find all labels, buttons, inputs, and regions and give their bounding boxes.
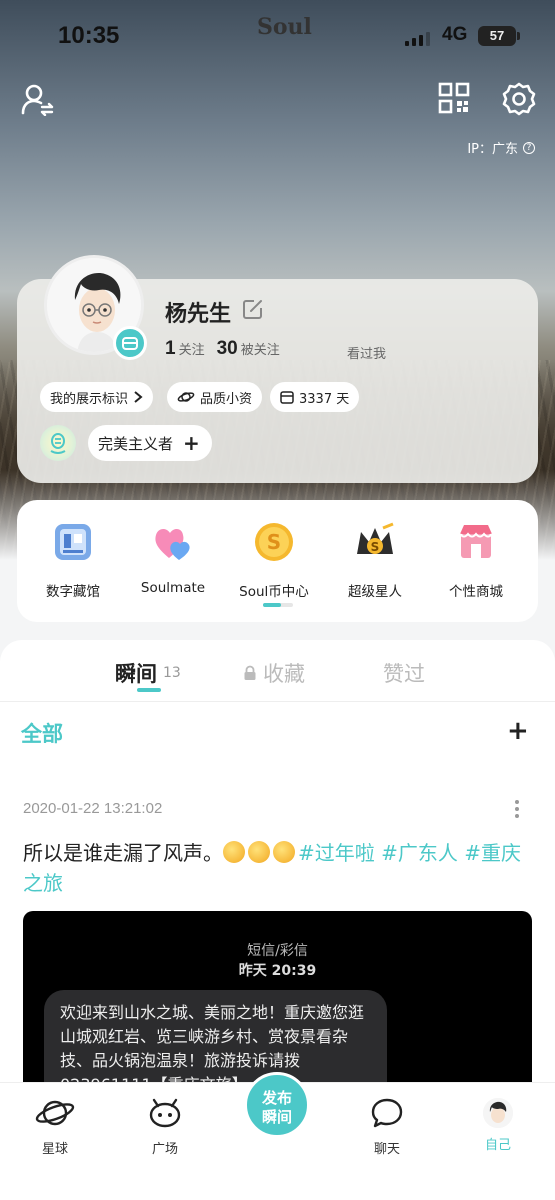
- content-tabs: 瞬间 13 收藏 赞过: [0, 640, 555, 702]
- display-badge-chip[interactable]: 我的展示标识: [40, 382, 154, 412]
- hashtag-link[interactable]: #过年啦: [298, 841, 375, 865]
- avatar-badge[interactable]: [113, 326, 147, 360]
- bag-icon: [122, 337, 138, 350]
- sms-time: 昨天 20:39: [238, 963, 317, 979]
- post-body: 所以是谁走漏了风声。: [23, 841, 223, 865]
- chat-icon: [371, 1098, 403, 1128]
- feature-soulmate[interactable]: Soulmate: [123, 520, 223, 596]
- viewed-me-link[interactable]: 看过我: [347, 343, 386, 362]
- feature-label: Soul币中心: [239, 584, 309, 600]
- avatar-illustration: [483, 1098, 513, 1128]
- tab-label: 赞过: [383, 662, 425, 686]
- publish-label-line2: 瞬间: [261, 1108, 292, 1126]
- persona-chip[interactable]: 完美主义者 +: [88, 425, 212, 461]
- following-label[interactable]: 关注: [179, 339, 205, 358]
- publish-moment-button[interactable]: 发布 瞬间: [244, 1072, 310, 1138]
- follow-stats: 1 关注 30 被关注: [165, 338, 280, 360]
- lifestyle-tag-chip[interactable]: 品质小资: [167, 382, 263, 412]
- post-date: 2020-01-22 13:21:02: [23, 800, 163, 817]
- help-icon[interactable]: ?: [523, 141, 535, 154]
- sms-header: 短信/彩信: [247, 943, 308, 959]
- signal-icon: [405, 30, 430, 46]
- nav-label: 广场: [151, 1142, 178, 1157]
- feature-shop[interactable]: 个性商城: [426, 520, 526, 600]
- nav-planet[interactable]: 星球: [15, 1098, 95, 1157]
- ip-label: IP：广东: [467, 142, 518, 157]
- thinking-face-icon: [273, 841, 295, 863]
- publish-label-line1: 发布: [261, 1089, 292, 1107]
- avatar: [483, 1098, 513, 1128]
- nav-me[interactable]: 自己: [458, 1098, 538, 1153]
- calendar-icon: [280, 391, 294, 404]
- network-type: 4G: [442, 24, 468, 45]
- nav-chat[interactable]: 聊天: [347, 1098, 427, 1157]
- battery-icon: 57: [478, 26, 520, 46]
- status-bar: 10:35 Soul 4G 57: [0, 0, 555, 72]
- coin-icon: S: [255, 523, 293, 561]
- tab-label: 瞬间: [115, 662, 157, 686]
- qr-code-icon[interactable]: [438, 82, 470, 114]
- filter-all[interactable]: 全部: [21, 718, 63, 748]
- display-badge-label: 我的展示标识: [50, 391, 129, 407]
- feature-label: 个性商城: [449, 584, 503, 600]
- nav-label: 星球: [41, 1142, 68, 1157]
- active-tab-indicator: [137, 688, 161, 692]
- add-persona-icon[interactable]: +: [183, 433, 200, 453]
- svg-text:S: S: [371, 540, 380, 554]
- planet-icon: [177, 392, 195, 402]
- planet-icon: [35, 1100, 75, 1126]
- switch-account-icon[interactable]: [20, 82, 54, 116]
- hearts-icon: [155, 529, 190, 560]
- followers-label[interactable]: 被关注: [241, 339, 280, 358]
- chevron-right-icon: [134, 391, 143, 403]
- feature-label: 超级星人: [348, 584, 402, 600]
- post-text: 所以是谁走漏了风声。 #过年啦 #广东人 #重庆之旅: [23, 838, 533, 898]
- persona-face-icon: [50, 433, 66, 454]
- svg-text:S: S: [267, 530, 281, 554]
- status-time: 10:35: [58, 22, 120, 49]
- lock-icon: [244, 665, 256, 680]
- days-chip[interactable]: 3337 天: [270, 382, 360, 412]
- shop-icon: [459, 525, 493, 558]
- nav-label: 聊天: [373, 1142, 400, 1157]
- tab-favorites[interactable]: 收藏: [243, 658, 305, 688]
- thinking-face-icon: [223, 841, 245, 863]
- nav-square[interactable]: 广场: [125, 1098, 205, 1157]
- followers-count[interactable]: 30: [217, 338, 238, 360]
- ip-location: IP：广东 ?: [467, 138, 535, 157]
- crown-icon: S: [357, 522, 394, 554]
- add-button[interactable]: +: [507, 718, 529, 744]
- museum-icon: [55, 524, 91, 560]
- feature-super-star[interactable]: S 超级星人: [325, 520, 425, 600]
- feature-digital-museum[interactable]: 数字藏馆: [23, 520, 123, 600]
- nav-label: 自己: [484, 1138, 511, 1153]
- persona-icon[interactable]: [40, 425, 76, 461]
- persona-label: 完美主义者: [98, 434, 174, 453]
- moments-panel: 瞬间 13 收藏 赞过 全部 + 2020-01-22 13:21:02 所以是…: [0, 640, 555, 1100]
- days-label: 3337 天: [299, 391, 350, 407]
- app-brand: Soul: [257, 14, 312, 40]
- profile-name: 杨先生: [165, 302, 232, 327]
- edit-icon[interactable]: [242, 298, 264, 320]
- lifestyle-tag-label: 品质小资: [200, 391, 253, 407]
- feature-page-indicator: [263, 603, 293, 607]
- following-count[interactable]: 1: [165, 338, 176, 360]
- alien-icon: [149, 1098, 181, 1128]
- feature-soul-coin[interactable]: S Soul币中心: [224, 520, 324, 600]
- hashtag-link[interactable]: #广东人: [381, 841, 458, 865]
- tab-label: 收藏: [263, 662, 305, 686]
- more-options-icon[interactable]: [515, 800, 521, 821]
- feature-label: 数字藏馆: [46, 584, 100, 600]
- feature-label: Soulmate: [140, 580, 206, 596]
- settings-gear-icon[interactable]: [501, 81, 537, 117]
- thinking-face-icon: [248, 841, 270, 863]
- tab-moments[interactable]: 瞬间 13: [115, 658, 181, 688]
- tab-liked[interactable]: 赞过: [383, 658, 425, 688]
- moments-count: 13: [163, 665, 181, 681]
